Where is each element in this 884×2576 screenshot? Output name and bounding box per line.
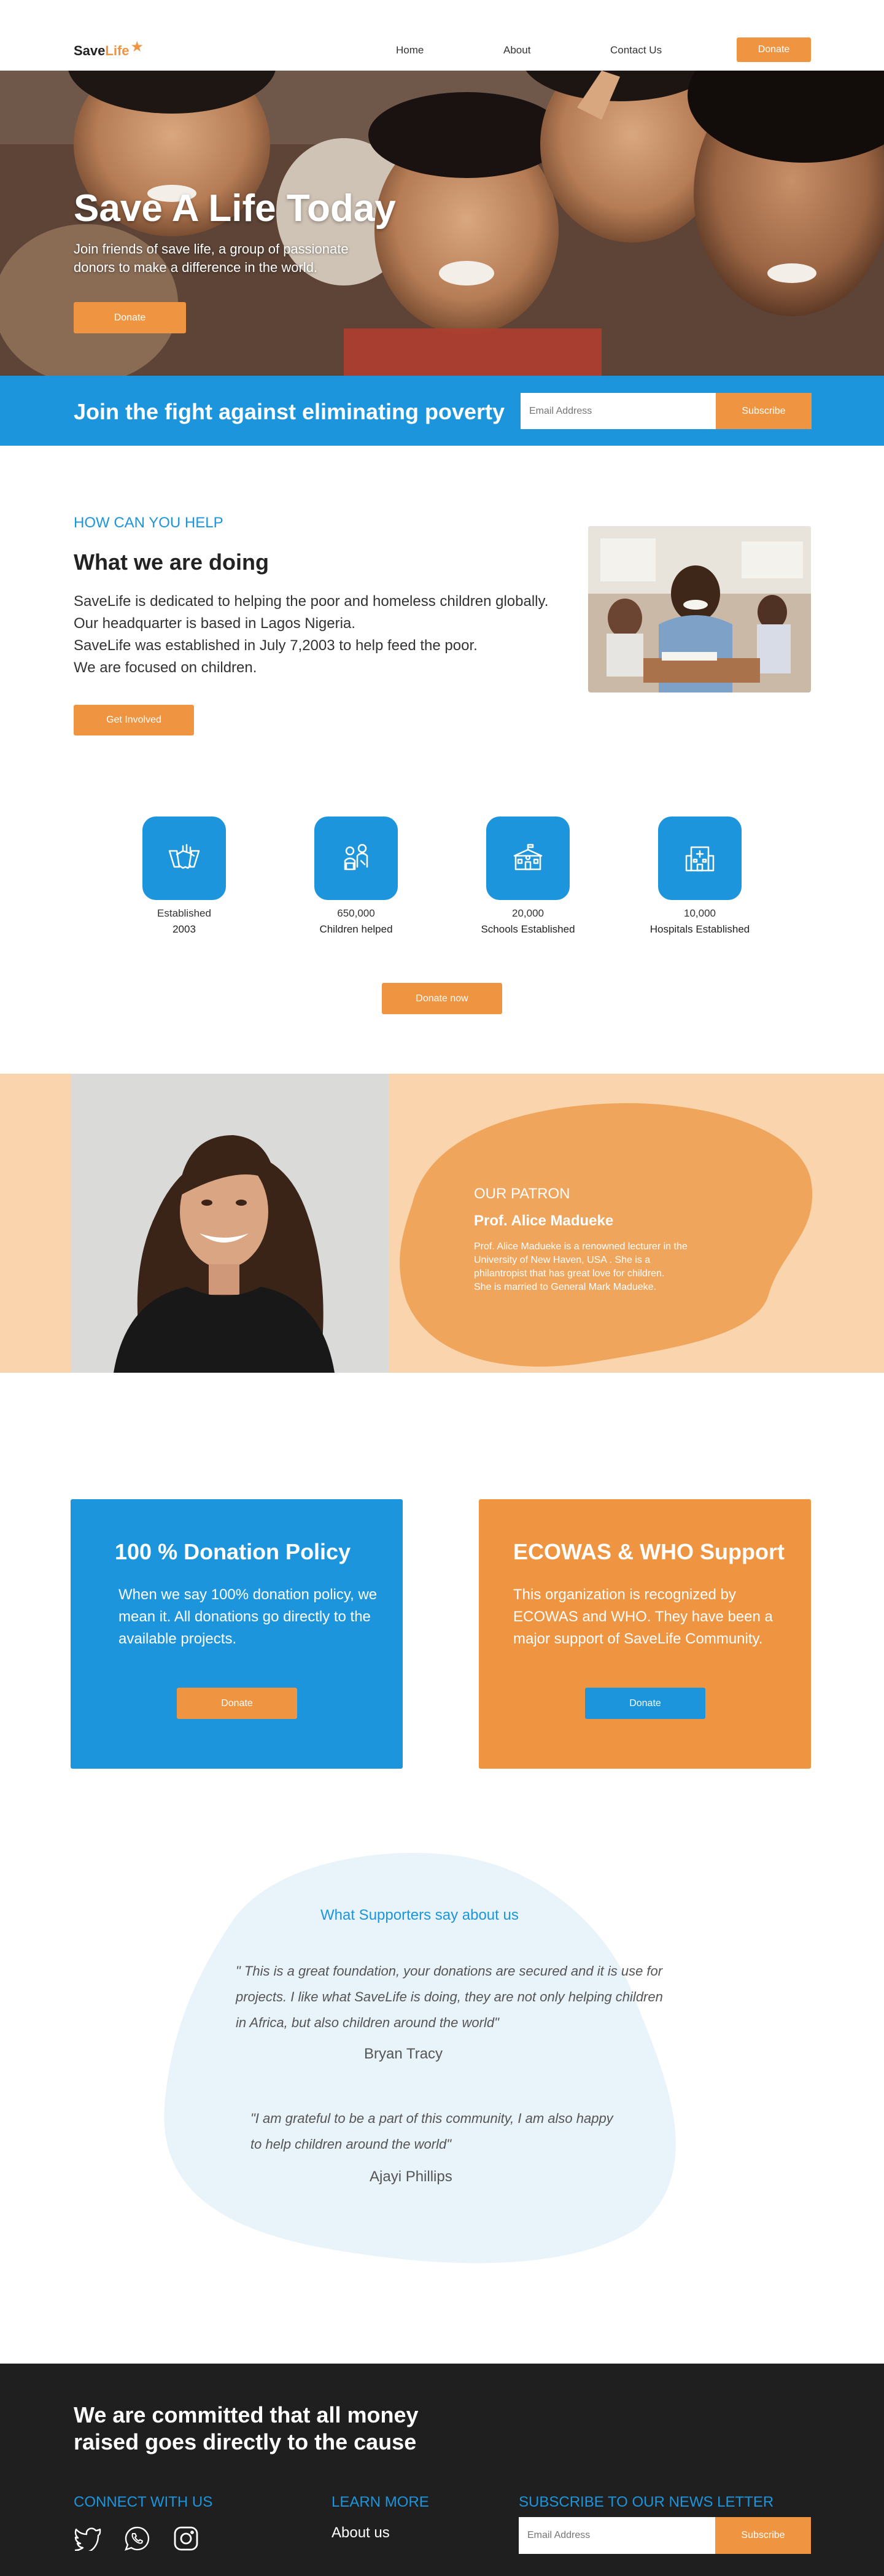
patron-section: OUR PATRON Prof. Alice Madueke Prof. Ali… (0, 1074, 884, 1373)
connect-heading: CONNECT WITH US (74, 2494, 213, 2510)
whatsapp-icon[interactable] (123, 2524, 151, 2553)
stat-established: Established 2003 (114, 817, 255, 937)
hero-subtitle: Join friends of save life, a group of pa… (74, 241, 349, 275)
card-body: This organization is recognized by ECOWA… (513, 1586, 773, 1647)
card-title: ECOWAS & WHO Support (513, 1539, 785, 1564)
patron-photo (71, 1074, 389, 1373)
donate-now-button[interactable]: Donate now (382, 983, 502, 1014)
nav-home-link[interactable]: Home (396, 44, 424, 56)
help-paragraph: Our headquarter is based in Lagos Nigeri… (74, 615, 355, 632)
stat-label: Children helped (319, 923, 393, 935)
patron-bio-text: Prof. Alice Madueke is a renowned lectur… (474, 1241, 688, 1279)
newsletter-subscribe-button[interactable]: Subscribe (715, 2517, 811, 2554)
stat-value: 650,000 (337, 907, 375, 919)
stat-value: 2003 (173, 923, 196, 935)
logo-text-save: Save (74, 43, 106, 58)
help-body: SaveLife is dedicated to helping the poo… (74, 591, 548, 679)
stat-value: 20,000 (512, 907, 544, 919)
patron-kicker: OUR PATRON (474, 1185, 570, 1202)
children-icon (314, 817, 398, 900)
help-title: What we are doing (74, 549, 269, 575)
newsletter-email-input[interactable] (519, 2517, 715, 2554)
patron-blob (400, 1103, 813, 1367)
hero-title: Save A Life Today (74, 187, 396, 230)
twitter-icon[interactable] (74, 2524, 102, 2553)
stat-label: Schools Established (481, 923, 575, 935)
ecowas-support-card: ECOWAS & WHO Support This organization i… (479, 1499, 811, 1769)
site-footer: We are committed that all money raised g… (0, 2364, 884, 2576)
testimonial-author: Bryan Tracy (364, 2046, 443, 2062)
help-paragraph: SaveLife is dedicated to helping the poo… (74, 593, 549, 610)
help-kicker: HOW CAN YOU HELP (74, 514, 223, 531)
patron-bio: Prof. Alice Madueke is a renowned lectur… (474, 1240, 689, 1294)
social-links (74, 2524, 200, 2553)
help-paragraph: SaveLife was established in July 7,2003 … (74, 637, 478, 654)
donation-policy-card: 100 % Donation Policy When we say 100% d… (71, 1499, 403, 1769)
nav-donate-button[interactable]: Donate (737, 37, 811, 62)
site-header: SaveLife★ Home About Contact Us Donate (0, 0, 884, 71)
nav-about-link[interactable]: About (503, 44, 530, 56)
stat-value: 10,000 (684, 907, 716, 919)
instagram-icon[interactable] (172, 2524, 200, 2553)
learn-more-heading: LEARN MORE (332, 2494, 429, 2510)
help-paragraph: We are focused on children. (74, 659, 257, 676)
testimonial-quote: "I am grateful to be a part of this comm… (250, 2111, 613, 2152)
subscribe-band: Join the fight against eliminating pover… (0, 376, 884, 446)
get-involved-button[interactable]: Get Involved (74, 705, 194, 735)
subscribe-band-title: Join the fight against eliminating pover… (74, 399, 505, 424)
stat-hospitals: 10,000 Hospitals Established (629, 817, 770, 937)
footer-title: We are committed that all money raised g… (74, 2402, 419, 2454)
about-us-link[interactable]: About us (332, 2524, 390, 2542)
patron-bio-text: She is married to General Mark Madueke. (474, 1282, 657, 1292)
card-donate-button[interactable]: Donate (177, 1688, 297, 1719)
school-icon (486, 817, 570, 900)
stat-children: 650,000 Children helped (285, 817, 427, 937)
stat-schools: 20,000 Schools Established (457, 817, 599, 937)
hero-donate-button[interactable]: Donate (74, 302, 186, 333)
card-title: 100 % Donation Policy (115, 1539, 351, 1564)
testimonial-quote: " This is a great foundation, your donat… (236, 1963, 663, 2030)
band-subscribe-button[interactable]: Subscribe (716, 393, 812, 429)
classroom-photo (588, 526, 811, 692)
handshake-icon (142, 817, 226, 900)
logo[interactable]: SaveLife★ (74, 39, 144, 60)
stat-label: Hospitals Established (649, 923, 750, 935)
logo-text-life: Life (105, 43, 130, 58)
card-donate-button[interactable]: Donate (585, 1688, 705, 1719)
testimonials-title: What Supporters say about us (320, 1907, 519, 1923)
band-email-input[interactable] (521, 393, 716, 429)
card-body: When we say 100% donation policy, we mea… (118, 1586, 378, 1647)
stat-label: Established (157, 907, 211, 919)
hero: Save A Life Today Join friends of save l… (0, 71, 884, 376)
newsletter-heading: SUBSCRIBE TO OUR NEWS LETTER (519, 2494, 774, 2510)
hospital-icon (658, 817, 742, 900)
patron-name: Prof. Alice Madueke (474, 1212, 614, 1229)
star-icon: ★ (130, 39, 144, 55)
testimonial-author: Ajayi Phillips (370, 2168, 452, 2185)
nav-contact-link[interactable]: Contact Us (610, 44, 662, 56)
